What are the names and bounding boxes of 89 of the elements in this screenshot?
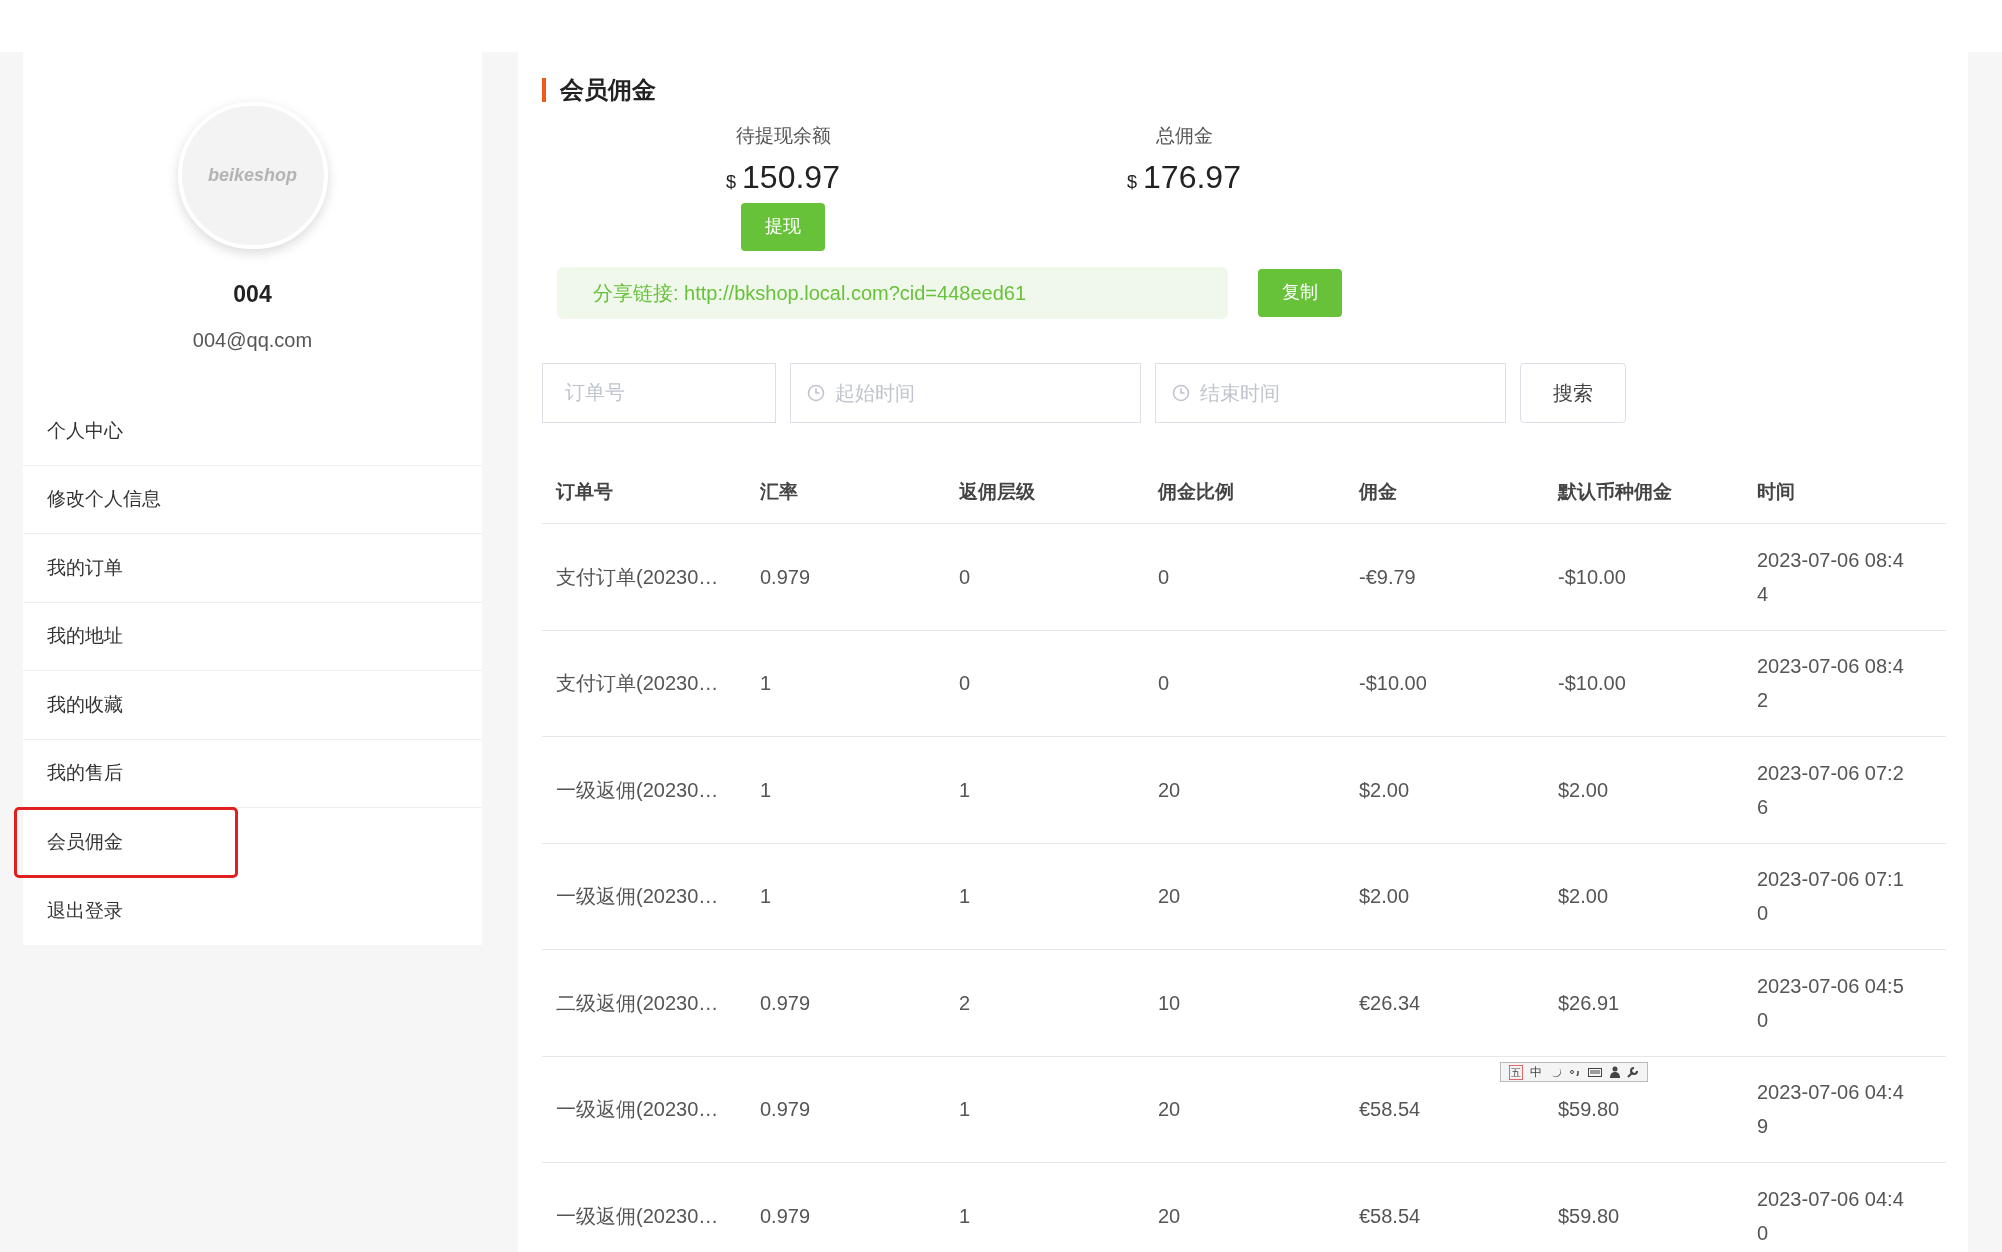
page-title: 会员佣金 <box>560 75 656 105</box>
column-header: 订单号 <box>542 461 746 524</box>
end-time-field[interactable]: 结束时间 <box>1155 362 1506 423</box>
table-cell-text: 2023-07-06 04:40 <box>1757 1186 1905 1246</box>
sidebar-menu-item[interactable]: 我的收藏 <box>23 671 482 740</box>
table-cell-text: -€9.79 <box>1359 564 1416 590</box>
table-cell-text: 0 <box>959 671 971 697</box>
start-time-input[interactable]: 起始时间 <box>835 377 1124 408</box>
table-cell-text: €58.54 <box>1359 1203 1421 1229</box>
table-cell-text: 10 <box>1158 990 1181 1016</box>
table-cell-text: 1 <box>959 884 971 910</box>
table-cell-text: 0.979 <box>760 1097 811 1123</box>
table-cell-text: -$10.00 <box>1558 671 1626 697</box>
table-cell-text: 0.979 <box>760 990 811 1016</box>
wrench-icon[interactable] <box>1627 1066 1640 1078</box>
table-cell-text: $2.00 <box>1558 884 1609 910</box>
person-icon[interactable] <box>1609 1066 1620 1078</box>
table-cell-text: 1 <box>760 884 772 910</box>
table-cell-text: $26.91 <box>1558 990 1620 1016</box>
order-number-field[interactable]: 订单号 <box>542 362 776 423</box>
ime-mode-text[interactable]: 中 <box>1530 1063 1543 1081</box>
sidebar-menu-item[interactable]: 我的售后 <box>23 739 482 808</box>
start-time-field[interactable]: 起始时间 <box>790 362 1141 423</box>
punctuation-icon[interactable] <box>1568 1068 1581 1076</box>
table-cell-text: -$10.00 <box>1558 564 1626 590</box>
keyboard-icon[interactable] <box>1588 1067 1603 1077</box>
table-cell-text: -$10.00 <box>1359 671 1427 697</box>
table-cell-text: 一级返佣(20230… <box>556 777 719 803</box>
table-cell-text: 一级返佣(20230… <box>556 884 719 910</box>
avatar-text: beikeshop <box>208 163 297 187</box>
table-cell-text: 一级返佣(20230… <box>556 1203 719 1229</box>
column-header: 默认币种佣金 <box>1544 461 1743 524</box>
table-cell-text: 20 <box>1158 1203 1181 1229</box>
table-cell-text: 1 <box>760 777 772 803</box>
end-time-input[interactable]: 结束时间 <box>1200 377 1489 408</box>
table-cell-text: 20 <box>1158 884 1181 910</box>
table-cell-text: 二级返佣(20230… <box>556 990 719 1016</box>
table-cell-text: 2023-07-06 07:26 <box>1757 760 1905 820</box>
table-cell-text: 2023-07-06 04:50 <box>1757 973 1905 1033</box>
table-cell-text: 一级返佣(20230… <box>556 1097 719 1123</box>
table-cell-text: 1 <box>760 671 772 697</box>
amount: 150.97 <box>742 157 840 197</box>
table-cell-text: $2.00 <box>1359 884 1410 910</box>
table-cell-text: 1 <box>959 1203 971 1229</box>
sidebar-menu-item[interactable]: 我的地址 <box>23 602 482 671</box>
table-cell-text: $2.00 <box>1359 777 1410 803</box>
summary-label: 总佣金 <box>1155 124 1213 148</box>
column-header: 汇率 <box>746 461 945 524</box>
column-header: 佣金 <box>1345 461 1544 524</box>
table-cell-text: 2023-07-06 08:42 <box>1757 654 1905 714</box>
ime-mode-text[interactable]: 五 <box>1508 1064 1523 1080</box>
sidebar-menu-item[interactable]: 退出登录 <box>23 876 482 945</box>
sidebar-menu-item[interactable]: 我的订单 <box>23 534 482 603</box>
table-cell-text: €58.54 <box>1359 1097 1421 1123</box>
summary-label: 待提现余额 <box>735 124 831 148</box>
table-cell-text: 0 <box>1158 671 1170 697</box>
clock-icon <box>1172 383 1190 402</box>
column-header: 时间 <box>1743 461 1946 524</box>
table-cell-text: $59.80 <box>1558 1097 1620 1123</box>
search-button[interactable]: 搜索 <box>1520 362 1626 423</box>
table-cell-text: €26.34 <box>1359 990 1421 1016</box>
table-cell-text: 0 <box>959 564 971 590</box>
table-cell-text: 1 <box>959 1097 971 1123</box>
table-cell-text: 0 <box>1158 564 1170 590</box>
table-cell-text: 2 <box>959 990 971 1016</box>
table-cell-text: 支付订单(20230… <box>556 671 719 697</box>
sidebar-menu-item[interactable]: 会员佣金 <box>15 808 237 877</box>
table-cell-text: $2.00 <box>1558 777 1609 803</box>
table-cell-text: 0.979 <box>760 1203 811 1229</box>
table-cell-text: $59.80 <box>1558 1203 1620 1229</box>
title-accent <box>542 78 546 102</box>
table-cell-text: 支付订单(20230… <box>556 564 719 590</box>
table-cell-text: 0.979 <box>760 564 811 590</box>
currency-symbol: $ <box>1127 170 1138 194</box>
sidebar-menu-item[interactable]: 修改个人信息 <box>23 465 482 534</box>
sidebar-menu-item[interactable]: 个人中心 <box>23 397 482 466</box>
clock-icon <box>807 383 825 402</box>
table-cell-text: 1 <box>959 777 971 803</box>
currency-symbol: $ <box>726 170 737 194</box>
column-header: 返佣层级 <box>945 461 1144 524</box>
table-cell-text: 2023-07-06 04:49 <box>1757 1080 1905 1140</box>
table-cell-text: 20 <box>1158 1097 1181 1123</box>
amount: 176.97 <box>1143 157 1241 197</box>
user-email: 004@qq.com <box>192 328 313 353</box>
table-cell-text: 20 <box>1158 777 1181 803</box>
column-header: 佣金比例 <box>1144 461 1345 524</box>
table-cell-text: 2023-07-06 07:10 <box>1757 867 1905 927</box>
table-cell-text: 2023-07-06 08:44 <box>1757 547 1905 607</box>
user-name: 004 <box>233 279 272 309</box>
